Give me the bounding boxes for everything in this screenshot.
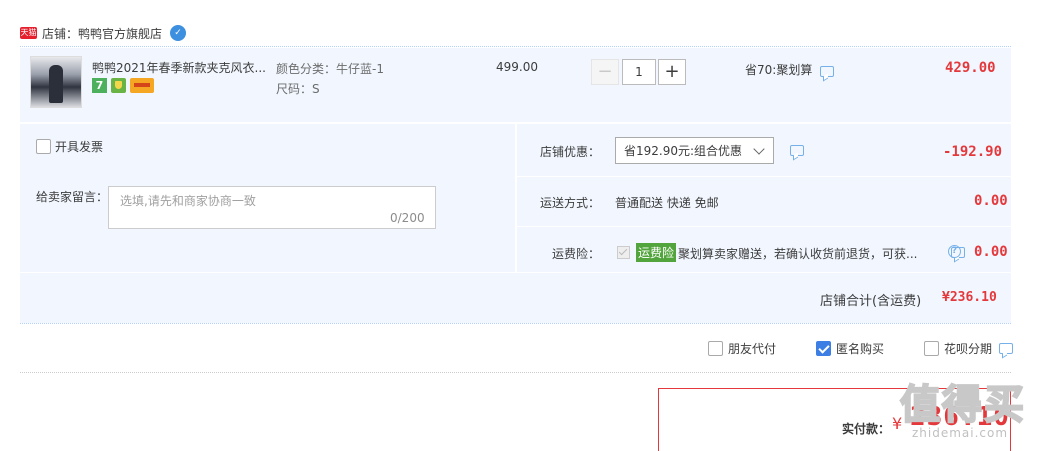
product-thumbnail[interactable] xyxy=(30,56,82,108)
insurance-checkbox xyxy=(617,246,630,259)
quantity-input[interactable]: 1 xyxy=(622,59,656,85)
huabei-installment-checkbox[interactable] xyxy=(924,341,939,356)
divider xyxy=(517,176,1011,177)
service-icons: 7 xyxy=(92,78,154,93)
huabei-installment-option[interactable]: 花呗分期 xyxy=(924,340,1014,357)
invoice-option[interactable]: 开具发票 xyxy=(36,138,103,155)
friend-pay-label: 朋友代付 xyxy=(728,342,777,356)
invoice-label: 开具发票 xyxy=(55,140,104,154)
anonymous-purchase-option[interactable]: 匿名购买 xyxy=(816,340,884,357)
chat-icon[interactable]: ✓ xyxy=(170,25,187,41)
sku-size: 尺码：S xyxy=(276,82,320,96)
saving-text: 省70:聚划算 xyxy=(745,63,813,77)
item-total-price: 429.00 xyxy=(945,60,996,76)
memo-placeholder: 选填,请先和商家协商一致 xyxy=(120,194,256,208)
shop-name-link[interactable]: 店铺：鸭鸭官方旗舰店 xyxy=(42,25,162,42)
insurance-description: 聚划算卖家赠送，若确认收货前退货，可获... xyxy=(678,247,918,261)
shipping-method: 普通配送 快递 免邮 xyxy=(615,196,719,210)
message-icon[interactable] xyxy=(999,343,1014,354)
invoice-checkbox[interactable] xyxy=(36,139,51,154)
divider xyxy=(20,46,1011,47)
seven-day-return-icon[interactable]: 7 xyxy=(92,78,107,93)
divider xyxy=(20,323,1011,324)
quantity-increase-button[interactable]: + xyxy=(658,59,686,85)
memo-label: 给卖家留言： xyxy=(36,190,109,204)
saving-info: 省70:聚划算 xyxy=(745,61,835,78)
friend-pay-checkbox[interactable] xyxy=(708,341,723,356)
huabei-installment-label: 花呗分期 xyxy=(944,342,993,356)
quantity-decrease-button[interactable]: − xyxy=(591,59,619,85)
tmall-badge-icon: 天猫 xyxy=(20,27,37,39)
memo-char-count: 0/200 xyxy=(390,211,425,225)
payment-label: 实付款： xyxy=(842,422,891,436)
friend-pay-option[interactable]: 朋友代付 xyxy=(708,340,776,357)
subtotal-label: 店铺合计(含运费) xyxy=(820,294,922,309)
product-title-link[interactable]: 鸭鸭2021年春季新款夹克风衣... xyxy=(92,59,270,76)
anonymous-purchase-label: 匿名购买 xyxy=(836,342,885,356)
insurance-label: 运费险： xyxy=(552,247,601,261)
discount-selected-value: 省192.90元:组合优惠 xyxy=(624,144,743,158)
chevron-down-icon xyxy=(753,143,765,155)
divider xyxy=(20,372,1011,373)
divider xyxy=(517,226,1011,227)
shop-header: 天猫 店铺：鸭鸭官方旗舰店 ✓ xyxy=(20,22,187,44)
message-icon[interactable] xyxy=(820,66,835,77)
credit-card-icon[interactable] xyxy=(130,78,154,93)
discount-select[interactable]: 省192.90元:组合优惠 xyxy=(615,137,774,164)
watermark-logo: 值得买 xyxy=(899,381,1026,429)
guarantee-icon[interactable] xyxy=(111,78,126,93)
insurance-amount: 0.00 xyxy=(974,244,1008,260)
unit-price: 499.00 xyxy=(496,60,538,74)
discount-amount: -192.90 xyxy=(943,144,1003,160)
subtotal-amount: ¥236.10 xyxy=(942,290,997,305)
sku-color: 颜色分类：牛仔蓝-1 xyxy=(276,62,384,76)
shipping-amount: 0.00 xyxy=(974,193,1008,209)
watermark-url: zhidemai.com xyxy=(912,426,1009,440)
message-icon[interactable] xyxy=(790,145,804,156)
help-icon[interactable]: ? xyxy=(948,245,961,258)
insurance-tag: 运费险 xyxy=(636,243,677,262)
discount-label: 店铺优惠： xyxy=(540,145,601,159)
anonymous-purchase-checkbox[interactable] xyxy=(816,341,831,356)
shipping-label: 运送方式： xyxy=(540,196,601,210)
